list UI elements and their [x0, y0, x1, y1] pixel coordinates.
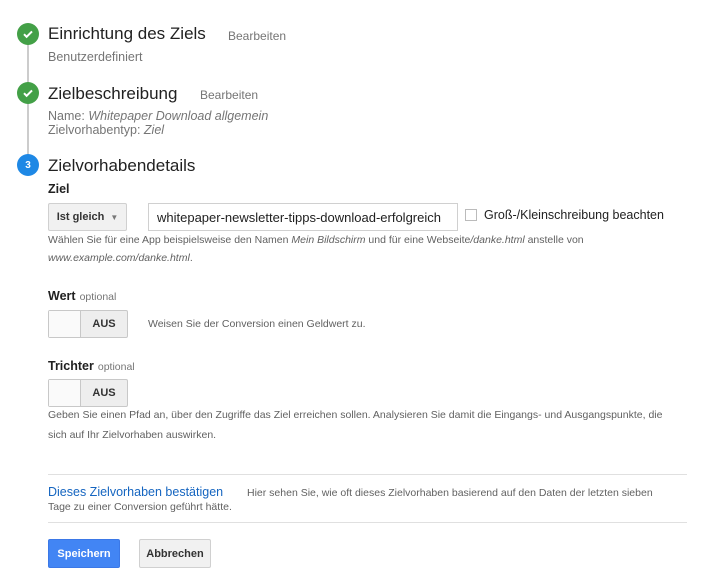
verify-text: Hier sehen Sie, wie oft dieses Zielvorha…	[247, 487, 653, 499]
ziel-help-2: www.example.com/danke.html.	[48, 252, 193, 264]
step-title: Zielbeschreibung	[48, 84, 178, 103]
step-number: 3	[17, 154, 39, 176]
edit-link[interactable]: Bearbeiten	[200, 88, 258, 102]
edit-link[interactable]: Bearbeiten	[228, 29, 286, 43]
caret-down-icon: ▼	[110, 212, 119, 222]
step-summary: Benutzerdefiniert	[48, 50, 143, 64]
ziel-label: Ziel	[48, 182, 70, 196]
trichter-label: Trichter optional	[48, 359, 135, 373]
step-title: Zielvorhabendetails	[48, 156, 196, 175]
check-icon	[17, 23, 39, 45]
goal-type: Zielvorhabentyp: Ziel	[48, 123, 165, 137]
divider	[48, 474, 687, 475]
step-title: Einrichtung des Ziels	[48, 24, 206, 43]
check-icon	[17, 82, 39, 104]
goal-name: Name: Whitepaper Download allgemein	[48, 109, 269, 123]
trichter-description-2: sich auf Ihr Zielvorhaben auswirken.	[48, 429, 217, 441]
wert-label: Wert optional	[48, 289, 117, 303]
divider	[48, 522, 687, 523]
match-type-dropdown[interactable]: Ist gleich ▼	[48, 203, 127, 231]
case-checkbox[interactable]	[465, 209, 477, 221]
verify-link[interactable]: Dieses Zielvorhaben bestätigen	[48, 485, 223, 499]
save-button[interactable]: Speichern	[48, 539, 120, 568]
ziel-input[interactable]: whitepaper-newsletter-tipps-download-erf…	[148, 203, 458, 231]
verify-text-2: Tage zu einer Conversion geführt hätte.	[48, 501, 232, 513]
trichter-toggle[interactable]: AUS	[48, 379, 128, 407]
wert-description: Weisen Sie der Conversion einen Geldwert…	[148, 318, 366, 330]
case-label: Groß-/Kleinschreibung beachten	[484, 208, 664, 222]
trichter-description: Geben Sie einen Pfad an, über den Zugrif…	[48, 409, 663, 421]
ziel-help: Wählen Sie für eine App beispielsweise d…	[48, 234, 584, 246]
wert-toggle[interactable]: AUS	[48, 310, 128, 338]
cancel-button[interactable]: Abbrechen	[139, 539, 211, 568]
